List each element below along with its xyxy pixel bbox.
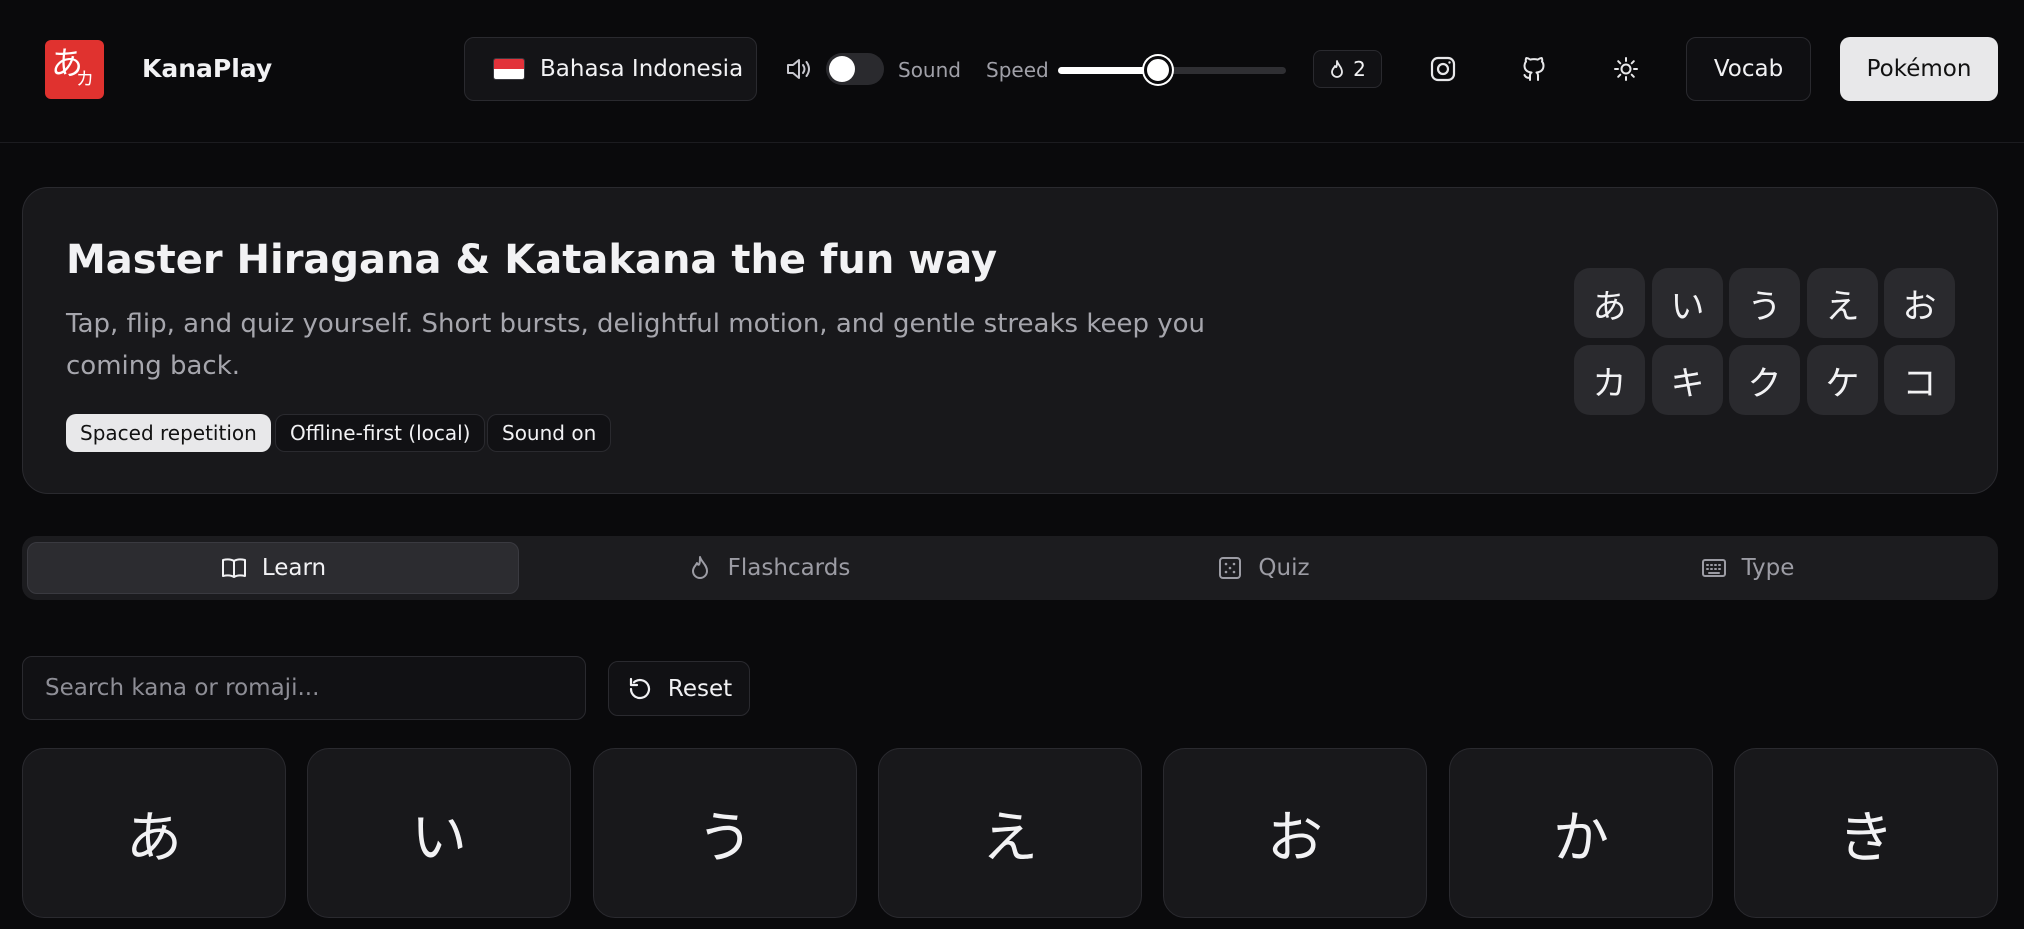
streak-badge[interactable]: 2 bbox=[1313, 50, 1382, 88]
hero-kana-cell: う bbox=[1729, 268, 1800, 338]
tab-learn[interactable]: Learn bbox=[27, 542, 519, 594]
kana-card[interactable]: お bbox=[1163, 748, 1427, 918]
hero-card: Master Hiragana & Katakana the fun way T… bbox=[22, 187, 1998, 494]
tab-type[interactable]: Type bbox=[1501, 542, 1993, 594]
search-input[interactable] bbox=[22, 656, 586, 720]
kana-card[interactable]: う bbox=[593, 748, 857, 918]
book-icon bbox=[221, 558, 246, 578]
hero-kana-cell: コ bbox=[1884, 345, 1955, 415]
language-selector[interactable]: Bahasa Indonesia bbox=[464, 37, 757, 101]
language-label: Bahasa Indonesia bbox=[540, 56, 744, 82]
speed-slider-fill bbox=[1058, 67, 1159, 74]
chip-offline-first[interactable]: Offline-first (local) bbox=[275, 414, 486, 452]
tab-quiz[interactable]: Quiz bbox=[1017, 542, 1509, 594]
hero-kana-cell: え bbox=[1807, 268, 1878, 338]
tab-label: Type bbox=[1741, 555, 1795, 581]
sun-icon[interactable] bbox=[1611, 54, 1641, 84]
github-icon[interactable] bbox=[1519, 54, 1549, 84]
kana-card[interactable]: か bbox=[1449, 748, 1713, 918]
chip-spaced-repetition[interactable]: Spaced repetition bbox=[66, 414, 271, 452]
logo-katakana: カ bbox=[76, 69, 94, 90]
chip-sound-on[interactable]: Sound on bbox=[487, 414, 612, 452]
flame-icon bbox=[1331, 60, 1344, 78]
quiz-icon bbox=[1219, 557, 1242, 579]
tab-label: Flashcards bbox=[727, 555, 851, 581]
speed-label: Speed bbox=[986, 58, 1049, 82]
speed-slider[interactable] bbox=[1058, 55, 1286, 85]
hero-kana-cell: カ bbox=[1574, 345, 1645, 415]
indonesia-flag-icon bbox=[493, 58, 525, 80]
hero-kana-cell: い bbox=[1652, 268, 1723, 338]
speed-slider-thumb[interactable] bbox=[1144, 56, 1173, 84]
instagram-icon[interactable] bbox=[1428, 54, 1458, 84]
pokemon-button[interactable]: Pokémon bbox=[1840, 37, 1998, 101]
tab-label: Quiz bbox=[1258, 555, 1310, 581]
hero-kana-cell: ケ bbox=[1807, 345, 1878, 415]
sound-toggle-knob bbox=[829, 56, 855, 82]
kana-card[interactable]: え bbox=[878, 748, 1142, 918]
hero-title: Master Hiragana & Katakana the fun way bbox=[66, 237, 998, 283]
mode-tabs: Learn Flashcards Quiz Type bbox=[22, 536, 1998, 600]
sound-label: Sound bbox=[898, 58, 961, 82]
hero-kana-cell: あ bbox=[1574, 268, 1645, 338]
hero-kana-cell: ク bbox=[1729, 345, 1800, 415]
streak-count: 2 bbox=[1353, 57, 1366, 81]
vocab-button[interactable]: Vocab bbox=[1686, 37, 1811, 101]
tab-flashcards[interactable]: Flashcards bbox=[522, 542, 1014, 594]
reset-icon bbox=[629, 677, 650, 699]
app-logo[interactable]: あ カ bbox=[45, 40, 104, 99]
top-bar: あ カ KanaPlay Bahasa Indonesia Sound Spee… bbox=[0, 0, 2024, 143]
kana-card[interactable]: き bbox=[1734, 748, 1998, 918]
hero-kana-cell: キ bbox=[1652, 345, 1723, 415]
speaker-icon bbox=[787, 59, 810, 79]
kana-card[interactable]: あ bbox=[22, 748, 286, 918]
reset-label: Reset bbox=[667, 675, 733, 702]
reset-button[interactable]: Reset bbox=[608, 661, 750, 716]
sound-toggle[interactable] bbox=[826, 53, 884, 85]
brand-name[interactable]: KanaPlay bbox=[142, 53, 272, 85]
kana-card[interactable]: い bbox=[307, 748, 571, 918]
hero-subtitle: Tap, flip, and quiz yourself. Short burs… bbox=[66, 309, 1205, 381]
hero-kana-cell: お bbox=[1884, 268, 1955, 338]
tab-label: Learn bbox=[261, 555, 327, 581]
keyboard-icon bbox=[1701, 559, 1726, 577]
flame-icon bbox=[691, 556, 708, 579]
